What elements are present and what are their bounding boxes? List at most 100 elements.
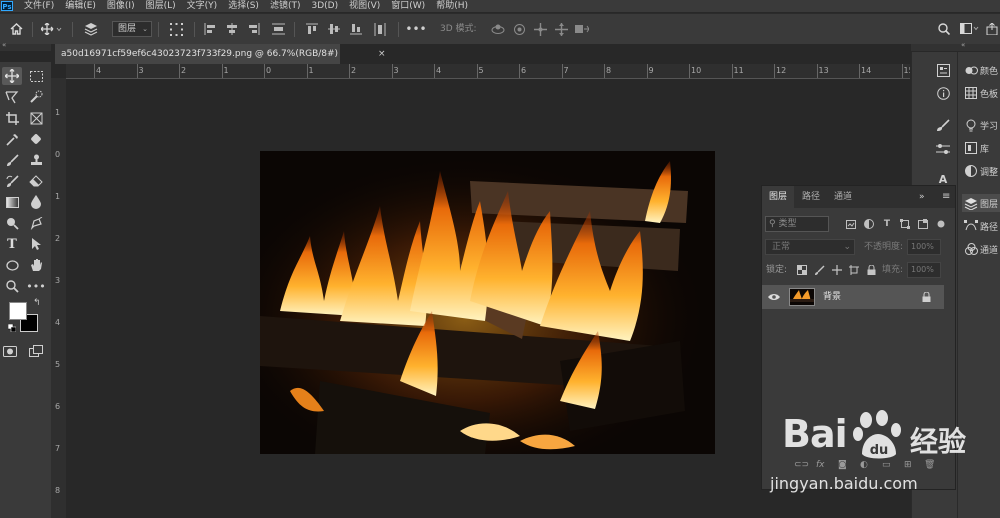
marquee-tool-icon[interactable] [26,67,46,85]
menu-select[interactable]: 选择(S) [228,0,259,12]
collapse-left-icon[interactable]: « [2,41,6,49]
layer-row[interactable]: 背景 [762,285,944,309]
menu-view[interactable]: 视图(V) [349,0,380,12]
home-icon[interactable] [6,14,26,44]
lock-image-icon[interactable] [813,263,827,277]
filter-pixel-icon[interactable] [844,216,858,232]
eye-icon[interactable] [768,285,780,309]
ellipse-tool-icon[interactable] [2,256,22,274]
info-icon[interactable] [932,84,954,102]
gradient-tool-icon[interactable] [2,193,22,211]
filter-adjustment-icon[interactable] [862,216,876,232]
crop-tool-icon[interactable] [2,109,22,127]
eraser-tool-icon[interactable] [26,172,46,190]
clone-stamp-tool-icon[interactable] [26,151,46,169]
frame-tool-icon[interactable] [26,109,46,127]
roll-3d-icon[interactable] [509,14,529,44]
fill-field[interactable]: 100% [907,262,941,278]
layer-filter-search[interactable]: ⚲ 类型 [765,216,829,232]
history-brush-tool-icon[interactable] [2,172,22,190]
pan-3d-icon[interactable] [530,14,550,44]
menu-edit[interactable]: 编辑(E) [65,0,96,12]
panel-menu-icon[interactable]: ≡ [942,186,950,208]
blend-mode-dropdown[interactable]: 正常 ⌄ [765,239,855,255]
foreground-color-swatch[interactable] [9,302,27,320]
lock-position-icon[interactable] [830,263,844,277]
align-bottom-icon[interactable] [346,14,366,44]
dodge-tool-icon[interactable] [2,214,22,232]
quick-mask-icon[interactable] [0,342,20,360]
screen-mode-icon[interactable] [26,342,46,360]
more-tools-icon[interactable]: ••• [26,277,46,295]
type-tool-icon[interactable]: T [2,235,22,253]
align-center-icon[interactable] [222,14,242,44]
healing-brush-tool-icon[interactable] [26,130,46,148]
slide-3d-icon[interactable] [551,14,571,44]
opacity-field[interactable]: 100% [907,239,941,255]
share-icon[interactable] [984,14,1000,44]
menu-filter[interactable]: 滤镜(T) [270,0,301,12]
brushes-icon[interactable] [932,116,954,134]
menu-help[interactable]: 帮助(H) [436,0,468,12]
search-icon[interactable] [934,14,954,44]
filter-shape-icon[interactable] [898,216,912,232]
brush-tool-icon[interactable] [2,151,22,169]
more-icon[interactable]: ••• [405,14,426,44]
filter-toggle-icon[interactable] [934,216,948,232]
tab-paths[interactable]: 路径 [796,186,826,208]
tab-layers[interactable]: 图层 [762,186,794,208]
filter-smart-object-icon[interactable] [916,216,930,232]
panel-adjustments[interactable]: 调整 [962,162,1000,180]
move-tool-icon[interactable] [38,14,66,44]
lock-all-icon[interactable] [864,263,878,277]
menu-image[interactable]: 图像(I) [107,0,135,12]
panel-channels[interactable]: 通道 [962,240,1000,258]
eyedropper-tool-icon[interactable] [2,130,22,148]
ruler-tick-label: 12 [776,66,787,75]
lock-transparent-icon[interactable] [795,263,809,277]
panel-layers[interactable]: 图层 [962,194,1000,212]
swap-colors-icon[interactable]: ↰ [33,298,41,308]
close-icon[interactable]: × [378,44,386,64]
zoom-tool-icon[interactable] [2,277,22,295]
expand-icon[interactable]: » [919,186,925,208]
workspace-icon[interactable] [958,14,982,44]
menu-layer[interactable]: 图层(L) [146,0,176,12]
brush-settings-icon[interactable] [932,140,954,158]
default-colors-icon[interactable] [7,323,17,335]
orbit-3d-icon[interactable] [488,14,508,44]
collapse-right-icon[interactable]: « [961,41,965,49]
menu-type[interactable]: 文字(Y) [187,0,218,12]
layer-stack-icon[interactable] [80,14,102,44]
align-middle-icon[interactable] [324,14,344,44]
align-top-icon[interactable] [302,14,322,44]
scale-3d-icon[interactable] [572,14,592,44]
panel-color[interactable]: 颜色 [962,61,1000,79]
panel-libraries[interactable]: 库 [962,139,1000,157]
lasso-tool-icon[interactable] [2,88,22,106]
tab-channels[interactable]: 通道 [828,186,858,208]
panel-swatches[interactable]: 色板 [962,84,1000,102]
move-tool-icon[interactable] [2,67,22,85]
lock-artboard-icon[interactable] [847,263,861,277]
distribute-vertical-icon[interactable] [370,14,390,44]
distribute-icon[interactable] [268,14,288,44]
layer-name[interactable]: 背景 [823,285,841,309]
transform-controls-icon[interactable] [166,14,186,44]
menu-file[interactable]: 文件(F) [24,0,54,12]
pen-tool-icon[interactable] [26,214,46,232]
panel-learn[interactable]: 学习 [962,116,1000,134]
filter-type-icon[interactable]: T [880,216,894,232]
auto-select-dropdown[interactable]: 图层 ⌄ [112,21,152,37]
quick-select-tool-icon[interactable] [26,88,46,106]
properties-icon[interactable] [932,61,954,79]
align-left-icon[interactable] [200,14,220,44]
blur-tool-icon[interactable] [26,193,46,211]
menu-3d[interactable]: 3D(D) [311,0,338,12]
hand-tool-icon[interactable] [26,256,46,274]
panel-paths[interactable]: 路径 [962,217,1000,235]
menu-window[interactable]: 窗口(W) [391,0,425,12]
path-select-tool-icon[interactable] [26,235,46,253]
document-tab[interactable]: a50d16971cf59ef6c43023723f733f29.png @ 6… [55,44,340,64]
align-right-icon[interactable] [244,14,264,44]
